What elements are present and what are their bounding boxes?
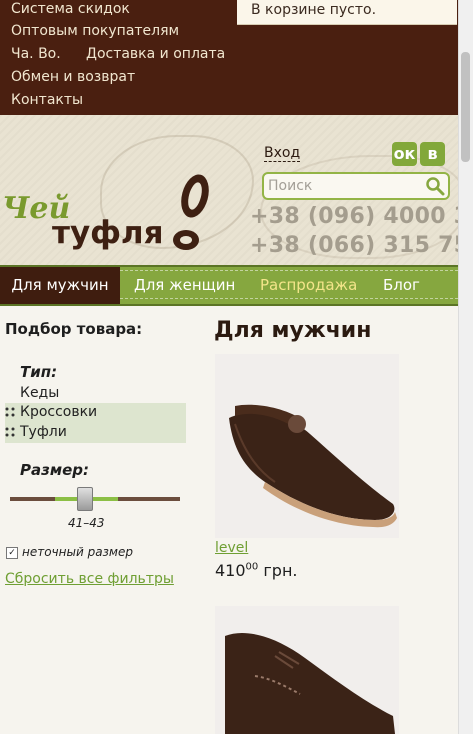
inexact-size-label: неточный размер <box>22 545 133 559</box>
shoe-image <box>215 606 399 734</box>
scrollbar-thumb[interactable] <box>461 52 470 162</box>
price-currency: грн. <box>263 561 298 580</box>
menu-link-returns[interactable]: Обмен и возврат <box>11 69 135 85</box>
cart-box[interactable]: В корзине пусто. <box>237 0 457 25</box>
filter-option-type[interactable]: Кроссовки <box>5 403 186 423</box>
cart-status: В корзине пусто. <box>251 2 377 18</box>
page-title: Для мужчин <box>214 318 372 343</box>
reset-filters-link[interactable]: Сбросить все фильтры <box>5 571 174 587</box>
menu-link-contacts[interactable]: Контакты <box>11 92 83 108</box>
product-image[interactable] <box>215 606 399 734</box>
menu-link-wholesale[interactable]: Оптовым покупателям <box>11 23 179 39</box>
menu-link-faq[interactable]: Ча. Во. <box>11 46 61 62</box>
phone-number[interactable]: +38 (096) 4000 300 <box>250 204 458 229</box>
filter-option-label: Туфли <box>20 424 67 440</box>
inexact-size-checkbox[interactable]: ✓ <box>6 547 18 559</box>
main-nav: Для мужчин Для женщин Распродажа Блог <box>0 265 458 306</box>
filter-type-label: Тип: <box>20 363 58 381</box>
search-box <box>262 172 450 200</box>
price-cents: 00 <box>245 561 259 573</box>
filter-option-type[interactable]: Туфли <box>5 423 186 443</box>
logo-text-bottom: туфля <box>52 215 164 251</box>
search-icon[interactable] <box>425 176 445 196</box>
nav-item-men[interactable]: Для мужчин <box>0 267 120 304</box>
filter-option-label: Кеды <box>20 385 60 401</box>
site-header: Чей туфля Вход ок в +38 (096) 4000 300 +… <box>0 115 458 265</box>
search-input[interactable] <box>268 177 428 195</box>
product-name-link[interactable]: level <box>215 540 248 556</box>
odnoklassniki-icon[interactable]: ок <box>392 142 417 166</box>
filter-option-type[interactable]: Кеды <box>5 384 186 404</box>
price-amount: 410 <box>215 561 246 580</box>
drag-dots-icon <box>5 427 15 437</box>
filter-size-label: Размер: <box>20 461 90 479</box>
drag-dots-icon <box>5 407 15 417</box>
shoe-image <box>215 354 399 538</box>
size-slider-handle[interactable] <box>77 487 93 511</box>
nav-item-women[interactable]: Для женщин <box>134 267 235 304</box>
filter-title: Подбор товара: <box>5 320 143 338</box>
vkontakte-icon[interactable]: в <box>420 142 445 166</box>
nav-item-sale[interactable]: Распродажа <box>260 267 357 304</box>
shoe-print-icon <box>173 174 209 250</box>
phone-number[interactable]: +38 (066) 315 7576 <box>250 233 458 258</box>
login-link[interactable]: Вход <box>264 145 301 162</box>
menu-link-discounts[interactable]: Система скидок <box>11 1 130 17</box>
nav-item-blog[interactable]: Блог <box>383 267 420 304</box>
menu-link-delivery[interactable]: Доставка и оплата <box>86 46 225 62</box>
size-range-value: 41–43 <box>68 516 105 530</box>
filter-option-label: Кроссовки <box>20 404 98 420</box>
product-price: 41000 грн. <box>215 561 297 580</box>
product-image[interactable] <box>215 354 399 538</box>
